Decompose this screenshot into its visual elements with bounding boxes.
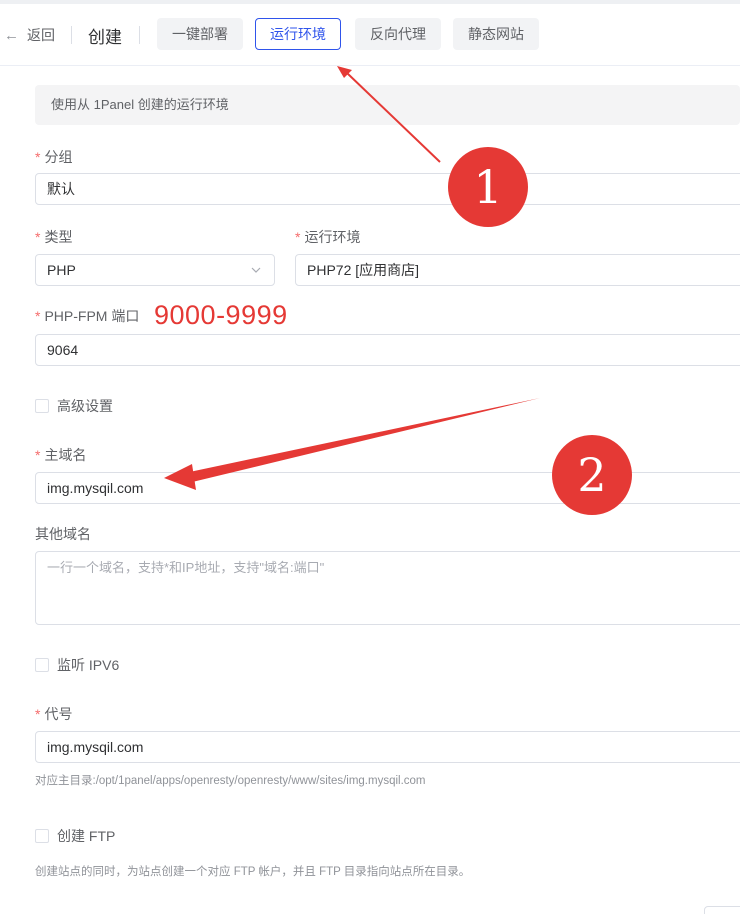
checkbox-icon (35, 829, 49, 843)
back-label: 返回 (27, 27, 55, 43)
alias-label: * 代号 (35, 706, 73, 722)
type-select[interactable]: PHP (35, 254, 275, 286)
chevron-down-icon (251, 267, 261, 273)
checkbox-icon (35, 399, 49, 413)
divider (139, 26, 140, 44)
tab-reverse-proxy[interactable]: 反向代理 (355, 18, 441, 50)
annotation-badge-1: 1 (448, 147, 528, 227)
group-field[interactable]: 默认 (35, 173, 740, 205)
ftp-hint: 创建站点的同时，为站点创建一个对应 FTP 帐户，并且 FTP 目录指向站点所在… (35, 866, 471, 878)
required-mark: * (295, 229, 301, 245)
back-button[interactable]: ← 返回 (4, 25, 55, 45)
bottom-button-edge[interactable] (704, 906, 740, 914)
port-range-annotation: 9000-9999 (154, 300, 288, 330)
other-domains-textarea[interactable]: 一行一个域名，支持*和IP地址，支持"域名:端口" (35, 551, 740, 625)
page-title: 创建 (88, 28, 122, 47)
alias-hint: 对应主目录:/opt/1panel/apps/openresty/openres… (35, 775, 426, 787)
alias-field[interactable]: img.mysqil.com (35, 731, 740, 763)
advanced-settings-label: 高级设置 (57, 398, 113, 414)
tab-runtime[interactable]: 运行环境 (255, 18, 341, 50)
required-mark: * (35, 706, 41, 722)
runtime-label: * 运行环境 (295, 229, 361, 245)
page-header: ← 返回 创建 一键部署 运行环境 反向代理 静态网站 (0, 4, 740, 66)
annotation-badge-2: 2 (552, 435, 632, 515)
type-select-value: PHP (47, 262, 76, 278)
arrow-left-icon: ← (4, 26, 19, 44)
advanced-settings-checkbox[interactable]: 高级设置 (35, 396, 113, 416)
primary-domain-label: * 主域名 (35, 447, 87, 463)
required-mark: * (35, 149, 41, 165)
ipv6-label: 监听 IPV6 (57, 657, 120, 673)
group-label: * 分组 (35, 149, 73, 165)
ipv6-checkbox[interactable]: 监听 IPV6 (35, 655, 119, 675)
required-mark: * (35, 308, 41, 324)
tab-one-click-deploy[interactable]: 一键部署 (157, 18, 243, 50)
fpm-port-label: * PHP-FPM 端口 (35, 308, 140, 324)
create-ftp-label: 创建 FTP (57, 828, 116, 844)
checkbox-icon (35, 658, 49, 672)
divider (71, 26, 72, 44)
info-notice: 使用从 1Panel 创建的运行环境 (35, 85, 740, 125)
required-mark: * (35, 229, 41, 245)
create-ftp-checkbox[interactable]: 创建 FTP (35, 826, 115, 846)
primary-domain-field[interactable]: img.mysqil.com (35, 472, 740, 504)
type-label: * 类型 (35, 229, 73, 245)
fpm-port-field[interactable]: 9064 (35, 334, 740, 366)
tab-static-site[interactable]: 静态网站 (453, 18, 539, 50)
other-domains-label: 其他域名 (35, 526, 91, 542)
runtime-select[interactable]: PHP72 [应用商店] (295, 254, 740, 286)
runtime-select-value: PHP72 [应用商店] (307, 262, 420, 278)
required-mark: * (35, 447, 41, 463)
